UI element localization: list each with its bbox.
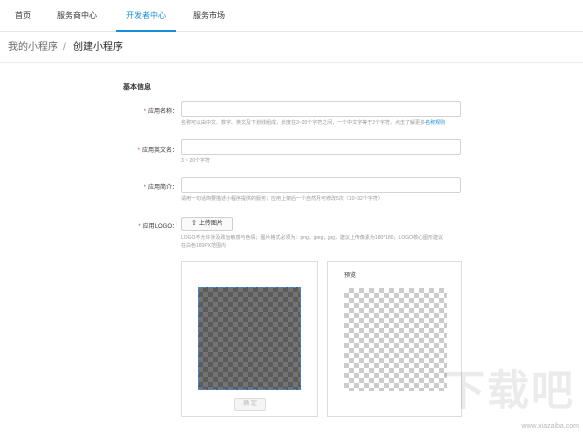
app-intro-hint: 请用一句话简要描述小程序提供的服务；应用上架后一个自然月可修改5次（10~32个… [181, 196, 383, 202]
logo-crop-panel: 确 定 [181, 261, 318, 417]
required-marker: * [143, 109, 146, 115]
upload-icon: ⇧ [191, 220, 197, 227]
watermark-logo: 下载吧 [442, 367, 575, 414]
breadcrumb-my-miniprograms[interactable]: 我的小程序 [8, 33, 58, 63]
app-en-name-hint: 3 ~ 20个字符 [181, 158, 211, 164]
app-name-label: * 应用名称： [143, 109, 178, 115]
preview-title: 预览 [344, 273, 357, 279]
app-logo-label: * 应用LOGO： [138, 224, 178, 230]
crop-selection[interactable] [198, 287, 301, 390]
app-name-hint: 名称可以由中文、数字、英文及下划线组成，长度在3~20个字符之间，一个中文字等于… [181, 120, 446, 126]
tab-developer-center[interactable]: 开发者中心 [116, 0, 176, 32]
app-en-name-input[interactable] [181, 139, 461, 155]
name-rules-link[interactable]: 名称规则 [425, 120, 445, 126]
tab-service-market[interactable]: 服务市场 [186, 0, 232, 32]
tab-service-provider[interactable]: 服务商中心 [50, 0, 104, 32]
section-title: 基本信息 [123, 84, 151, 91]
required-marker: * [143, 185, 146, 191]
logo-hint-line2: 在白色160PX范围内 [181, 243, 227, 249]
breadcrumb: 我的小程序 / 创建小程序 [0, 33, 583, 63]
crop-canvas[interactable] [198, 287, 301, 390]
confirm-button[interactable]: 确 定 [234, 398, 266, 411]
breadcrumb-separator: / [63, 42, 66, 53]
logo-preview-panel: 预览 [327, 261, 462, 417]
page-title: 创建小程序 [73, 42, 123, 53]
app-name-input[interactable] [181, 101, 461, 117]
required-marker: * [138, 224, 141, 230]
upload-image-button[interactable]: ⇧ 上传图片 [181, 217, 233, 231]
preview-image [344, 288, 447, 391]
required-marker: * [137, 148, 140, 154]
app-intro-input[interactable] [181, 177, 461, 193]
app-en-name-label: * 应用英文名： [137, 148, 178, 154]
logo-hint-line1: LOGO不允许涉及政治敏感与色情；图片格式必须为：png，jpeg，jpg，建议… [181, 235, 443, 241]
app-intro-label: * 应用简介： [143, 185, 178, 191]
watermark-site: www.xiazaiba.com [521, 423, 579, 430]
top-navigation: 首页 服务商中心 开发者中心 服务市场 [0, 0, 583, 32]
tab-home[interactable]: 首页 [12, 0, 34, 32]
